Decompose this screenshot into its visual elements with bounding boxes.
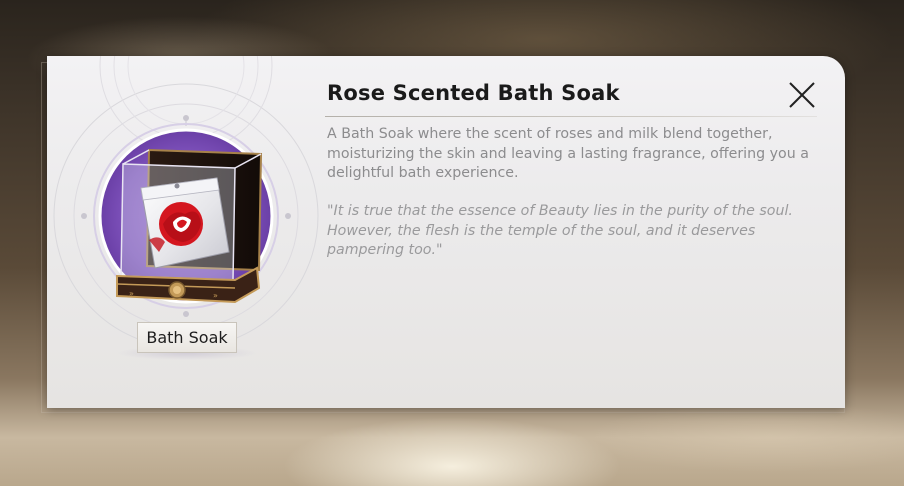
item-detail-dialog: » » Bath Soak Rose Scented Bath Soak A B…: [47, 56, 845, 408]
title-divider: [325, 116, 817, 117]
close-icon: [789, 82, 815, 108]
item-flavor-text: "It is true that the essence of Beauty l…: [327, 203, 793, 258]
item-description: A Bath Soak where the scent of roses and…: [327, 126, 809, 181]
item-icon: » »: [89, 120, 281, 312]
close-button[interactable]: [787, 80, 817, 110]
bath-soak-image: » »: [93, 123, 279, 309]
svg-text:»: »: [129, 289, 134, 298]
item-type-tag: Bath Soak: [137, 322, 237, 353]
svg-text:»: »: [213, 291, 218, 300]
item-title: Rose Scented Bath Soak: [327, 81, 620, 105]
